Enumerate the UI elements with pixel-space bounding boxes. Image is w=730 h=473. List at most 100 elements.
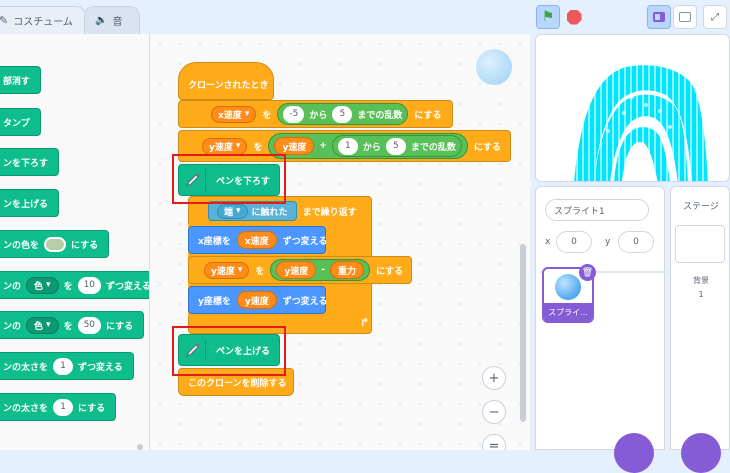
block-label: ンの太さを xyxy=(3,362,49,373)
when-cloned-hat-block[interactable]: クローンされたとき xyxy=(178,62,274,100)
block-label: にする xyxy=(71,240,99,251)
choose-backdrop-button[interactable] xyxy=(681,433,721,473)
large-stage-button[interactable] xyxy=(673,5,697,29)
choose-sprite-button[interactable] xyxy=(614,433,654,473)
block-label: に触れた xyxy=(251,207,288,218)
random-operator[interactable]: 1 から 5 までの乱数 xyxy=(331,135,462,157)
block-label: にする xyxy=(78,403,106,414)
palette-block-set-pen-size[interactable]: ンの太さを 1 にする xyxy=(0,393,117,421)
zoom-in-icon: + xyxy=(488,370,500,386)
block-label: を xyxy=(255,266,265,277)
block-label: ンを上げる xyxy=(3,199,49,210)
touching-sensor[interactable]: 端 ▾ に触れた xyxy=(208,201,297,221)
x-label: x xyxy=(545,237,551,247)
set-x-velocity-block[interactable]: x速度 ▾ を -5 から 5 までの乱数 にする xyxy=(178,100,453,128)
x-position-value: 0 xyxy=(571,237,577,247)
zoom-in-button[interactable]: + xyxy=(482,366,506,390)
stop-icon xyxy=(566,9,582,25)
fullscreen-button[interactable]: ⤢ xyxy=(703,5,727,29)
tab-sounds[interactable]: 🔈 音 xyxy=(84,6,140,34)
y-position-input[interactable]: 0 xyxy=(618,231,654,253)
stage-pen-drawing xyxy=(574,65,708,181)
palette-block-clear[interactable]: 部消す xyxy=(0,66,42,94)
block-label: ずつ変える xyxy=(282,296,328,307)
block-label: までの乱数 xyxy=(410,142,456,153)
palette-block-pen-down[interactable]: ンを下ろす xyxy=(0,148,60,176)
zoom-out-button[interactable]: − xyxy=(482,400,506,424)
variable-reporter[interactable]: 重力 xyxy=(330,261,365,279)
block-label: を xyxy=(63,321,73,332)
hat-label: クローンされたとき xyxy=(188,81,269,91)
block-label: ンの xyxy=(3,321,22,332)
stage-panel-title: ステージ xyxy=(683,202,719,212)
number-input[interactable]: 5 xyxy=(385,137,406,155)
dropdown-value: x速度 xyxy=(218,110,242,121)
sprite-preview-icon xyxy=(476,49,512,85)
block-label: このクローンを削除する xyxy=(188,378,287,389)
block-label: ずつ変える xyxy=(78,362,123,373)
tab-costumes[interactable]: ✎ コスチューム xyxy=(0,6,86,34)
variable-dropdown[interactable]: y速度 ▾ xyxy=(202,137,248,155)
change-x-block[interactable]: x座標を x速度 ずつ変える xyxy=(188,226,327,254)
block-label: から xyxy=(362,142,381,153)
palette-block-set-pen-color[interactable]: ンの色を にする xyxy=(0,230,110,258)
param-dropdown[interactable]: 色 ▾ xyxy=(26,276,59,294)
palette-block-set-pen-param[interactable]: ンの 色 ▾ を 50 にする xyxy=(0,311,145,339)
y-position-value: 0 xyxy=(633,237,639,247)
loop-arrow-icon: ↱ xyxy=(360,316,370,329)
minus-label: - xyxy=(321,265,326,275)
stage-canvas[interactable] xyxy=(535,34,730,182)
dropdown-value: 色 xyxy=(34,321,44,332)
variable-reporter[interactable]: y速度 xyxy=(276,261,317,279)
palette-block-change-pen-size[interactable]: ンの太さを 1 ずつ変える xyxy=(0,352,134,380)
param-dropdown[interactable]: 色 ▾ xyxy=(26,316,59,334)
sprite-info-panel: スプライト1 x 0 y 0 スプライ... 🗑 xyxy=(535,186,668,473)
number-input[interactable]: 10 xyxy=(77,276,102,294)
number-input[interactable]: 1 xyxy=(337,137,358,155)
stop-button[interactable] xyxy=(562,5,586,29)
random-operator[interactable]: -5 から 5 までの乱数 xyxy=(277,103,409,125)
number-input[interactable]: 50 xyxy=(77,316,102,334)
variable-dropdown[interactable]: x速度 ▾ xyxy=(211,105,257,123)
sprite-ball-icon xyxy=(555,274,581,300)
number-input[interactable]: 1 xyxy=(53,357,74,375)
add-operator[interactable]: y速度 + 1 から 5 までの乱数 xyxy=(268,133,468,159)
brush-icon: ✎ xyxy=(0,14,9,27)
number-input[interactable]: 5 xyxy=(332,105,353,123)
variable-reporter[interactable]: y速度 xyxy=(236,291,277,309)
backdrop-thumbnail[interactable] xyxy=(675,225,725,263)
sprite-name-input[interactable]: スプライト1 xyxy=(545,199,649,221)
tab-costumes-label: コスチューム xyxy=(13,17,73,28)
script-area[interactable]: クローンされたとき x速度 ▾ を -5 から 5 までの乱数 にする y速度 ▾ … xyxy=(150,34,530,450)
small-stage-button[interactable] xyxy=(647,5,671,29)
palette-block-pen-up[interactable]: ンを上げる xyxy=(0,189,60,217)
palette-block-change-pen-param[interactable]: ンの 色 ▾ を 10 ずつ変える xyxy=(0,271,149,299)
chevron-down-icon: ▾ xyxy=(237,265,243,275)
dropdown-value: 色 xyxy=(34,281,44,292)
zoom-reset-button[interactable]: = xyxy=(482,434,506,450)
zoom-reset-icon: = xyxy=(488,438,500,451)
block-label: にする xyxy=(473,142,501,153)
touching-dropdown[interactable]: 端 ▾ xyxy=(217,203,248,219)
subtract-operator[interactable]: y速度 - 重力 xyxy=(270,259,371,281)
script-area-scrollbar[interactable] xyxy=(520,244,526,422)
y-label: y xyxy=(605,237,611,247)
variable-dropdown[interactable]: y速度 ▾ xyxy=(204,261,250,279)
chevron-down-icon: ▾ xyxy=(244,109,250,119)
stage-selector-panel[interactable]: ステージ 背景 1 xyxy=(670,186,730,473)
backdrop-label: 背景 xyxy=(693,276,709,285)
variable-reporter[interactable]: y速度 xyxy=(274,137,315,155)
green-flag-button[interactable]: ⚑ xyxy=(536,5,560,29)
delete-sprite-button[interactable]: 🗑 xyxy=(579,264,596,281)
block-label: ンを下ろす xyxy=(3,158,49,169)
palette-block-stamp[interactable]: タンプ xyxy=(0,108,41,136)
number-input[interactable]: 1 xyxy=(53,398,74,416)
color-swatch[interactable] xyxy=(44,236,67,252)
palette-scrollbar[interactable] xyxy=(137,444,143,450)
variable-reporter[interactable]: x速度 xyxy=(236,231,277,249)
number-input[interactable]: -5 xyxy=(283,105,305,123)
set-y-velocity-gravity-block[interactable]: y速度 ▾ を y速度 - 重力 にする xyxy=(188,256,412,284)
change-y-block[interactable]: y座標を y速度 ずつ変える xyxy=(188,286,328,314)
x-position-input[interactable]: 0 xyxy=(556,231,592,253)
block-label: ンの太さを xyxy=(3,403,49,414)
